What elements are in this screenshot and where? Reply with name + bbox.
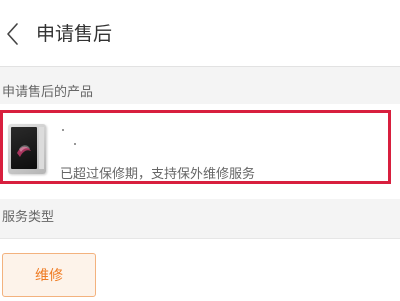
- product-thumbnail: [8, 124, 46, 174]
- phone-icon: [17, 145, 31, 157]
- warranty-note: 已超过保修期，支持保外维修服务: [60, 167, 256, 182]
- chevron-left-icon: [7, 23, 18, 45]
- repair-option-button[interactable]: 维修: [2, 253, 96, 297]
- service-type-label: 服务类型: [2, 210, 55, 225]
- product-section-label: 申请售后的产品: [2, 85, 94, 100]
- phone-screen: [11, 127, 37, 169]
- page-title: 申请售后: [36, 23, 113, 45]
- phone-side: [39, 127, 44, 169]
- header-bar: 申请售后: [0, 0, 400, 67]
- back-button[interactable]: [0, 14, 26, 54]
- product-spec-mark: [74, 143, 76, 145]
- repair-option-label: 维修: [35, 268, 63, 284]
- product-name-mark: [62, 129, 64, 131]
